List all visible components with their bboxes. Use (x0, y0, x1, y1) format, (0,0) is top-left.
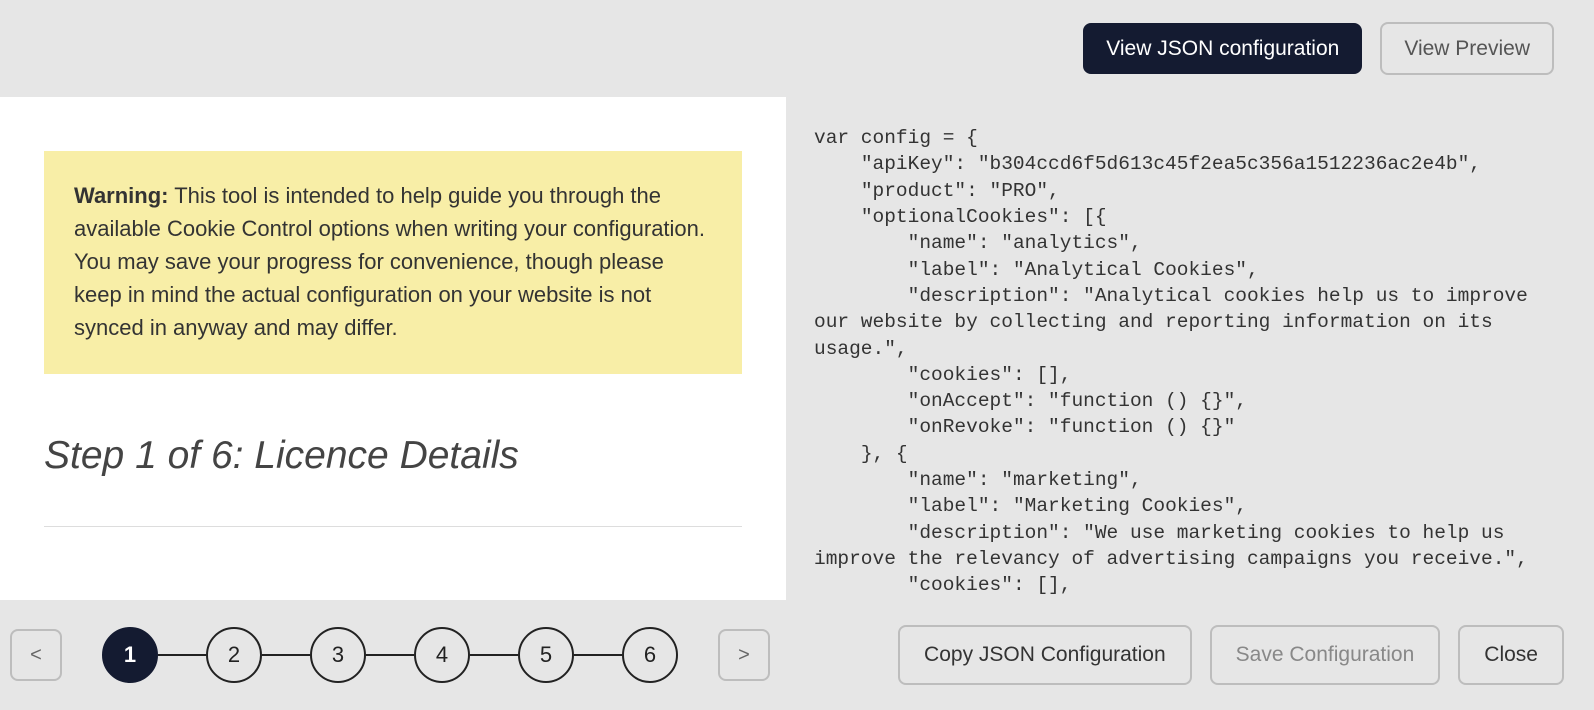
footer: < 1 2 3 4 5 6 > Copy JSON Configuration … (0, 600, 1594, 710)
copy-json-button[interactable]: Copy JSON Configuration (898, 625, 1192, 685)
left-pane[interactable]: Warning: This tool is intended to help g… (0, 97, 786, 600)
view-json-button[interactable]: View JSON configuration (1083, 23, 1362, 74)
view-preview-button[interactable]: View Preview (1380, 22, 1554, 75)
save-config-button[interactable]: Save Configuration (1210, 625, 1441, 685)
main-split: Warning: This tool is intended to help g… (0, 97, 1594, 600)
json-code: var config = { "apiKey": "b304ccd6f5d613… (814, 125, 1574, 600)
footer-actions: Copy JSON Configuration Save Configurati… (898, 625, 1564, 685)
step-connector (366, 654, 414, 656)
step-circle-6[interactable]: 6 (622, 627, 678, 683)
step-connector (574, 654, 622, 656)
right-pane[interactable]: var config = { "apiKey": "b304ccd6f5d613… (786, 97, 1594, 600)
step-circle-2[interactable]: 2 (206, 627, 262, 683)
divider (44, 526, 742, 527)
prev-step-button[interactable]: < (10, 629, 62, 681)
step-title: Step 1 of 6: Licence Details (44, 434, 742, 478)
step-circle-1[interactable]: 1 (102, 627, 158, 683)
next-step-button[interactable]: > (718, 629, 770, 681)
step-nav: < 1 2 3 4 5 6 > (10, 627, 770, 683)
warning-text: This tool is intended to help guide you … (74, 183, 705, 340)
header-toolbar: View JSON configuration View Preview (0, 0, 1594, 97)
step-connector (158, 654, 206, 656)
step-circle-5[interactable]: 5 (518, 627, 574, 683)
step-circle-3[interactable]: 3 (310, 627, 366, 683)
step-circle-4[interactable]: 4 (414, 627, 470, 683)
step-connector (262, 654, 310, 656)
step-connector (470, 654, 518, 656)
step-circles: 1 2 3 4 5 6 (102, 627, 678, 683)
close-button[interactable]: Close (1458, 625, 1564, 685)
warning-box: Warning: This tool is intended to help g… (44, 151, 742, 374)
warning-prefix: Warning: (74, 183, 169, 208)
